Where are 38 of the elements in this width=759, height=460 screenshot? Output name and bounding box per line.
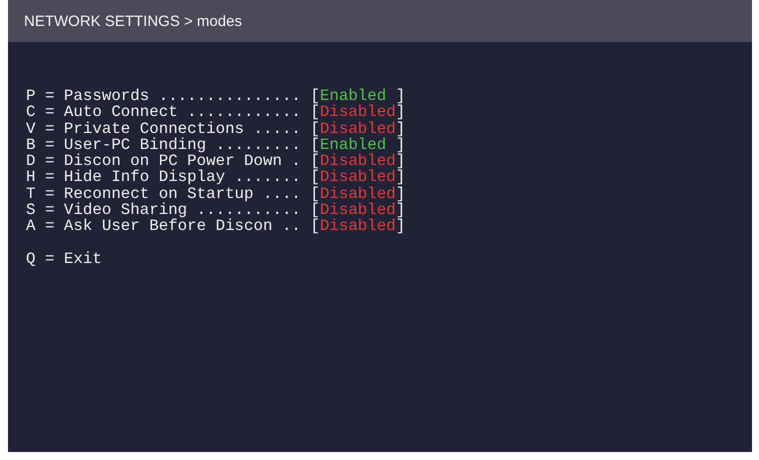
bracket: [: [310, 186, 320, 202]
exit-option[interactable]: Q = Exit: [26, 250, 102, 267]
menu-option[interactable]: T = Reconnect on Startup ....: [26, 186, 301, 202]
menu-option[interactable]: B = User-PC Binding .........: [26, 136, 301, 154]
bracket: [: [310, 218, 320, 235]
status-value: Disabled: [320, 104, 396, 121]
status-value: Disabled: [320, 186, 396, 202]
status-value: Enabled: [320, 136, 386, 154]
bracket: [: [310, 88, 320, 104]
menu-option[interactable]: A = Ask User Before Discon ..: [26, 218, 301, 235]
bracket: ]: [396, 153, 406, 170]
bracket: ]: [396, 88, 406, 104]
status-value: Disabled: [320, 202, 396, 218]
bracket: ]: [396, 169, 406, 186]
bracket: [: [310, 136, 320, 154]
status-value: Disabled: [320, 153, 396, 170]
menu-option[interactable]: S = Video Sharing ...........: [26, 202, 301, 218]
bracket: ]: [396, 186, 406, 202]
menu-option[interactable]: V = Private Connections .....: [26, 120, 301, 137]
status-value: Disabled: [320, 169, 396, 186]
status-value: Enabled: [320, 88, 386, 104]
bracket: ]: [396, 202, 406, 218]
screen-title: NETWORK SETTINGS > modes: [24, 12, 242, 30]
menu-option[interactable]: C = Auto Connect ............: [26, 104, 301, 121]
bracket: ]: [396, 104, 406, 121]
bracket: [: [310, 153, 320, 170]
bracket: [: [310, 120, 320, 137]
menu-option[interactable]: H = Hide Info Display .......: [26, 169, 301, 186]
bracket: ]: [396, 218, 406, 235]
menu-option[interactable]: D = Discon on PC Power Down .: [26, 153, 301, 170]
status-value: Disabled: [320, 218, 396, 235]
bracket: ]: [396, 120, 406, 137]
bracket: [: [310, 202, 320, 218]
status-value: Disabled: [320, 120, 396, 137]
menu-option[interactable]: P = Passwords ...............: [26, 88, 301, 104]
bracket: [: [310, 104, 320, 121]
bracket: ]: [396, 136, 406, 154]
bracket: [: [310, 169, 320, 186]
